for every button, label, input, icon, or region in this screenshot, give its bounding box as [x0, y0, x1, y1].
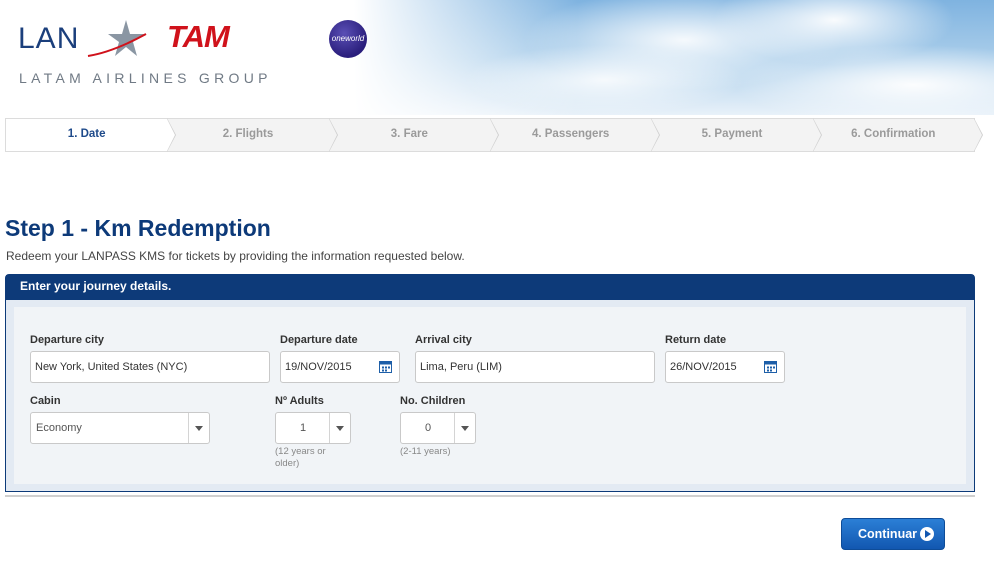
- children-value: 0: [425, 422, 432, 434]
- sky-banner: [354, 0, 994, 115]
- step-fare: 3. Fare: [328, 118, 499, 152]
- calendar-icon[interactable]: [379, 360, 392, 373]
- departure-city-input[interactable]: New York, United States (NYC): [30, 351, 270, 383]
- return-date-input[interactable]: 26/NOV/2015: [665, 351, 785, 383]
- page-title: Step 1 - Km Redemption: [5, 215, 271, 241]
- children-select[interactable]: 0: [400, 412, 476, 444]
- continue-label: Continuar: [858, 527, 918, 541]
- adults-value: 1: [300, 422, 307, 434]
- progress-steps: 1. Date 2. Flights 3. Fare 4. Passengers…: [5, 118, 983, 152]
- return-date-label: Return date: [665, 334, 727, 346]
- continue-button[interactable]: Continuar: [841, 518, 945, 550]
- divider: [5, 495, 975, 497]
- arrow-right-icon: [920, 527, 934, 541]
- adults-hint: (12 years or older): [275, 446, 326, 469]
- step-date: 1. Date: [5, 118, 177, 152]
- chevron-down-icon[interactable]: [188, 413, 209, 443]
- arrival-city-input[interactable]: Lima, Peru (LIM): [415, 351, 655, 383]
- cabin-select[interactable]: Economy: [30, 412, 210, 444]
- departure-date-label: Departure date: [280, 334, 358, 346]
- step-confirmation: 6. Confirmation: [812, 118, 983, 152]
- adults-label: Nº Adults: [275, 395, 324, 407]
- adults-select[interactable]: 1: [275, 412, 351, 444]
- children-hint: (2-11 years): [400, 446, 451, 457]
- children-label: No. Children: [400, 395, 466, 407]
- step-payment: 5. Payment: [651, 118, 822, 152]
- return-date-value: 26/NOV/2015: [670, 361, 737, 373]
- step-passengers: 4. Passengers: [489, 118, 661, 152]
- chevron-down-icon[interactable]: [454, 413, 475, 443]
- lan-star-icon: [87, 20, 147, 57]
- tam-logo[interactable]: TAM: [167, 19, 230, 55]
- step-flights: 2. Flights: [167, 118, 338, 152]
- site-header: LAN TAM LATAM AIRLINES GROUP oneworld: [0, 0, 994, 115]
- departure-date-input[interactable]: 19/NOV/2015: [280, 351, 400, 383]
- form-body: Departure city New York, United States (…: [14, 307, 966, 484]
- oneworld-logo: oneworld: [329, 20, 367, 58]
- page-subtitle: Redeem your LANPASS KMS for tickets by p…: [6, 249, 465, 263]
- departure-city-label: Departure city: [30, 334, 104, 346]
- cabin-value: Economy: [36, 422, 82, 434]
- arrival-city-label: Arrival city: [415, 334, 472, 346]
- cabin-label: Cabin: [30, 395, 61, 407]
- chevron-down-icon[interactable]: [329, 413, 350, 443]
- panel-title: Enter your journey details.: [6, 275, 974, 300]
- departure-date-value: 19/NOV/2015: [285, 361, 352, 373]
- calendar-icon[interactable]: [764, 360, 777, 373]
- journey-panel: Enter your journey details. Departure ci…: [5, 274, 975, 492]
- latam-group-text: LATAM AIRLINES GROUP: [19, 70, 272, 86]
